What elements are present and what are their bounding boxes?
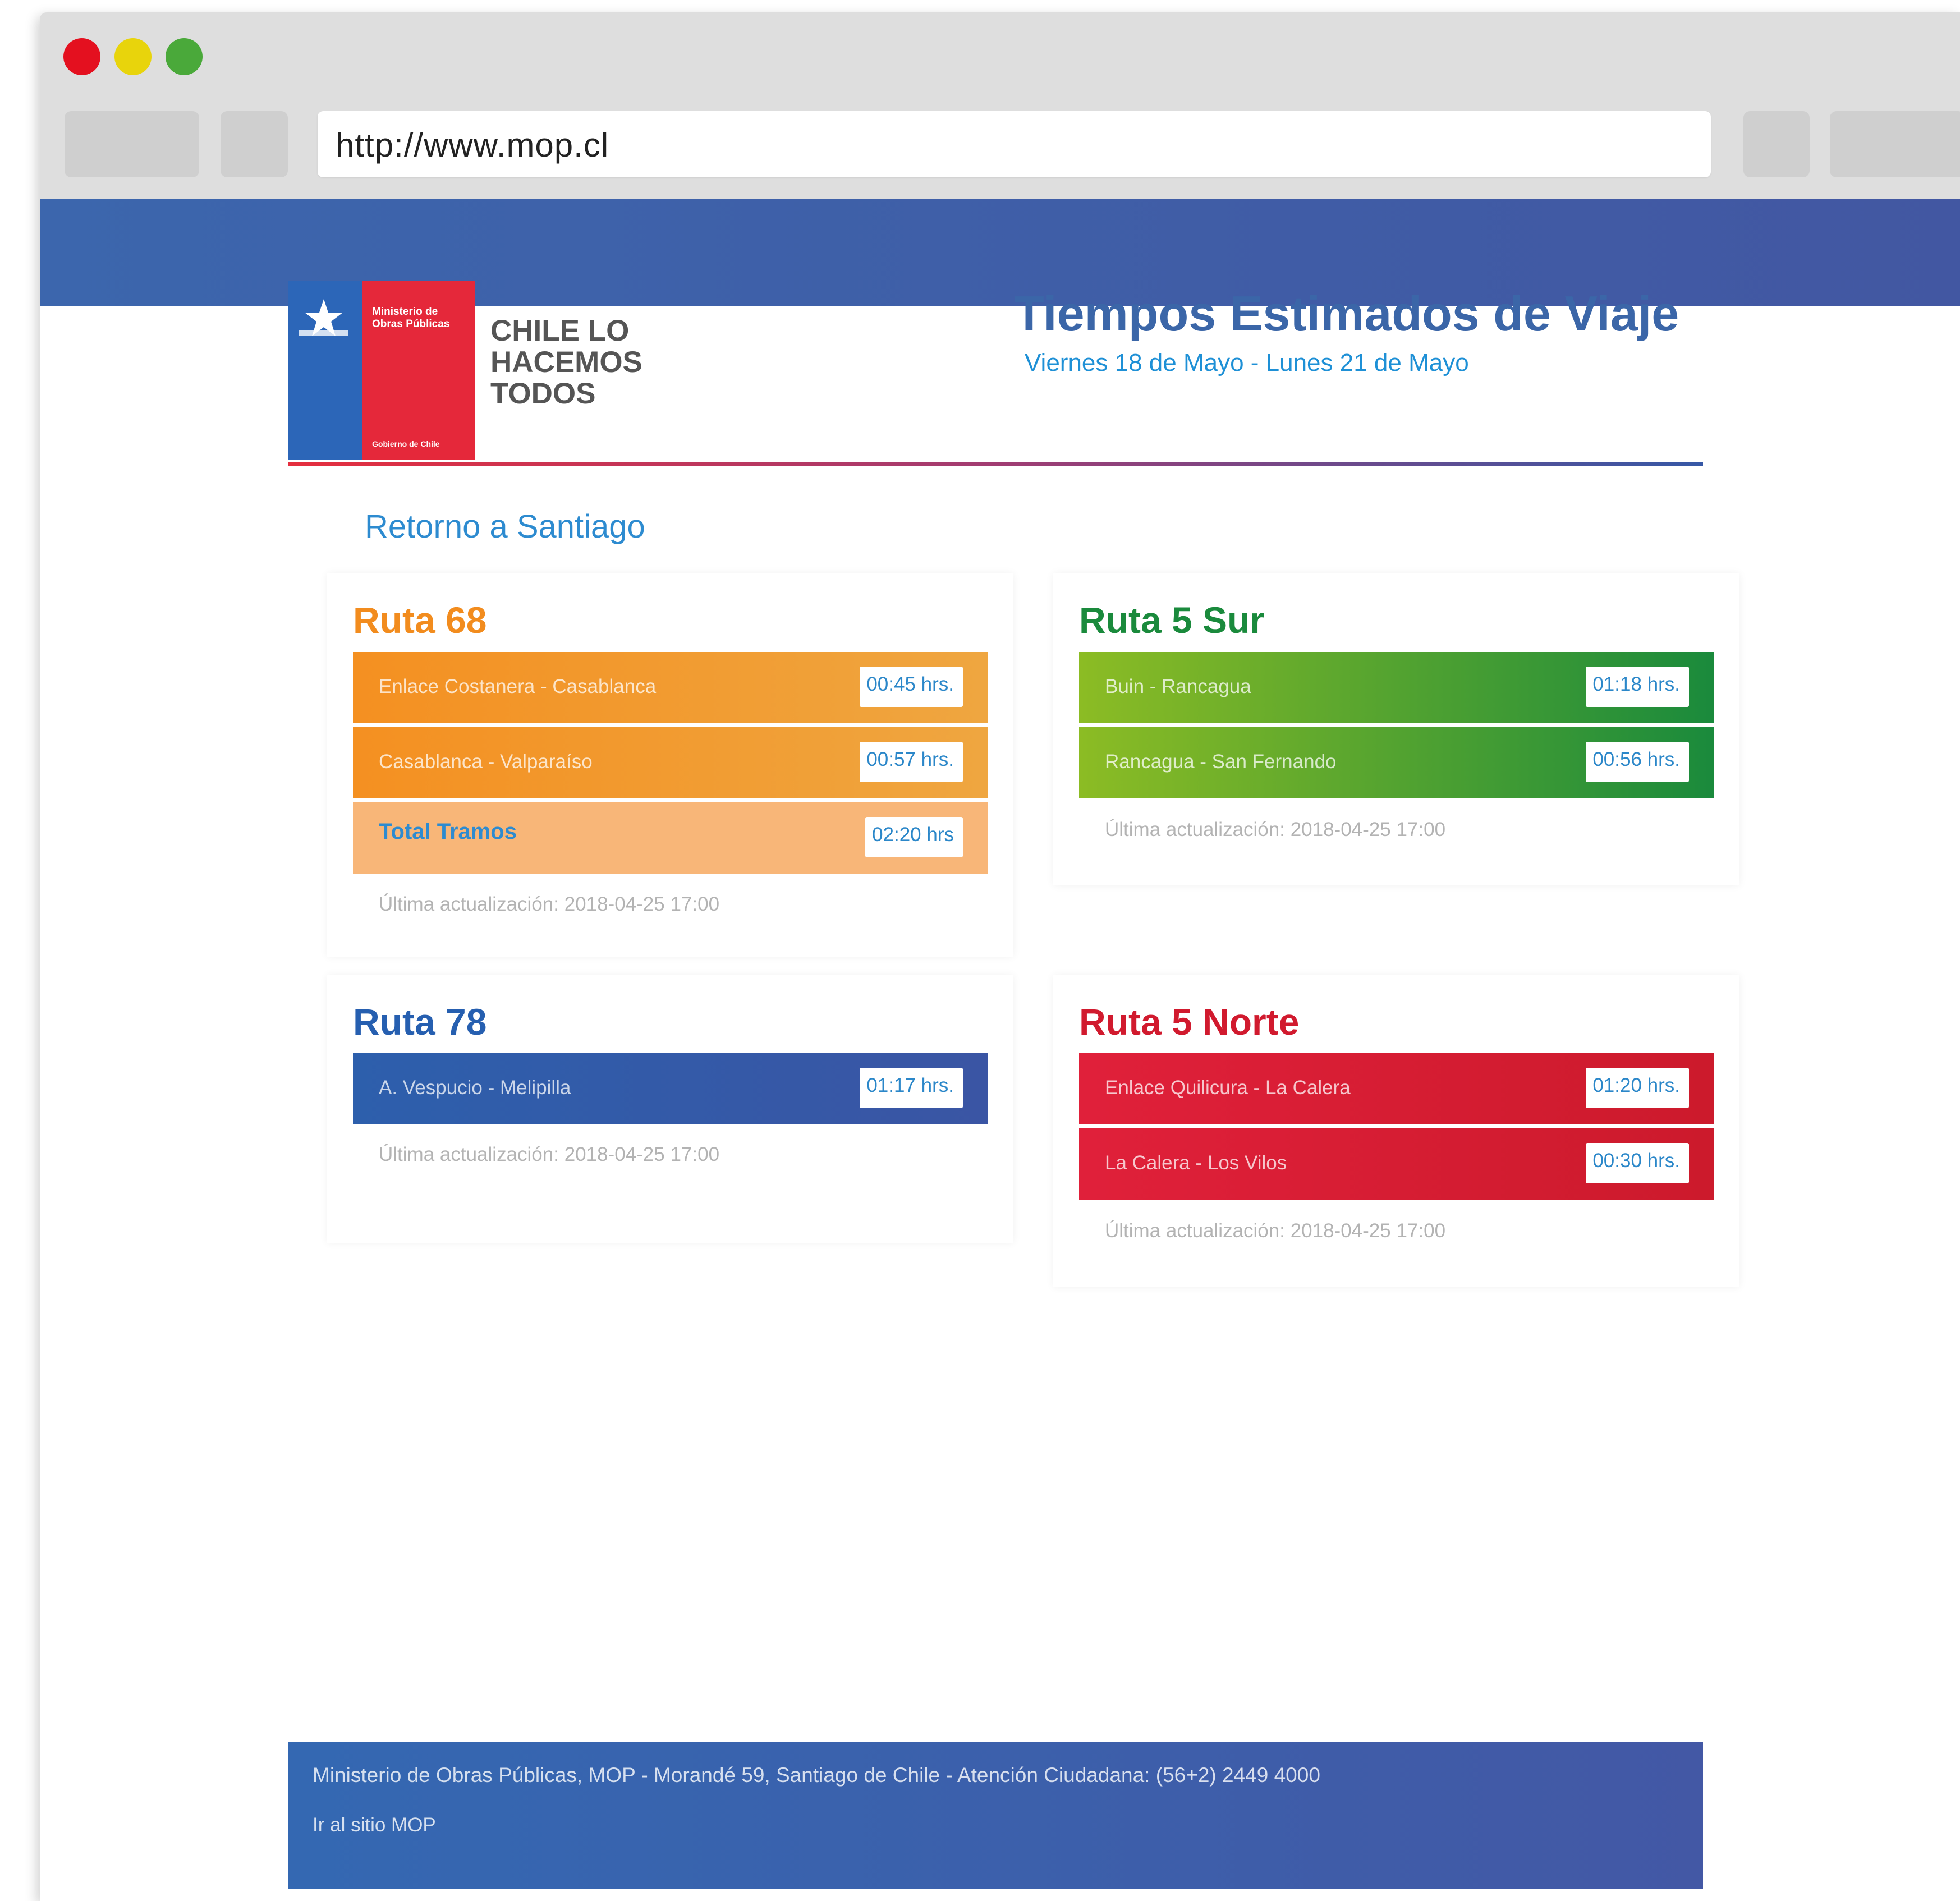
last-updated: Última actualización: 2018-04-25 17:00 bbox=[379, 1144, 720, 1165]
minimize-window-button[interactable] bbox=[114, 38, 152, 75]
maximize-window-button[interactable] bbox=[166, 38, 203, 75]
last-updated: Última actualización: 2018-04-25 17:00 bbox=[1105, 1220, 1446, 1242]
url-text: http://www.mop.cl bbox=[336, 126, 609, 164]
segment-time: 01:17 hrs. bbox=[860, 1068, 963, 1108]
date-range: Viernes 18 de Mayo - Lunes 21 de Mayo bbox=[1025, 349, 1469, 376]
route-card-ruta-78: Ruta 78 A. Vespucio - Melipilla 01:17 hr… bbox=[327, 975, 1013, 1243]
segment-time: 00:56 hrs. bbox=[1586, 742, 1689, 782]
segment-row: La Calera - Los Vilos 00:30 hrs. bbox=[1079, 1128, 1714, 1200]
segment-label: Casablanca - Valparaíso bbox=[379, 751, 593, 773]
segment-label: A. Vespucio - Melipilla bbox=[379, 1077, 571, 1099]
segment-label: Enlace Quilicura - La Calera bbox=[1105, 1077, 1351, 1099]
address-bar[interactable]: http://www.mop.cl bbox=[318, 111, 1711, 177]
segment-time: 00:57 hrs. bbox=[860, 742, 963, 782]
segment-time: 01:18 hrs. bbox=[1586, 667, 1689, 707]
browser-toolbar: http://www.mop.cl bbox=[40, 12, 1960, 199]
slogan: CHILE LO HACEMOS TODOS bbox=[490, 314, 642, 410]
route-title: Ruta 68 bbox=[353, 599, 487, 641]
page-title: Tiempos Estimados de Viaje bbox=[1014, 286, 1679, 341]
segment-label: Rancagua - San Fernando bbox=[1105, 751, 1337, 773]
segment-label: Enlace Costanera - Casablanca bbox=[379, 676, 657, 697]
close-window-button[interactable] bbox=[63, 38, 100, 75]
route-title: Ruta 5 Sur bbox=[1079, 599, 1265, 641]
header-divider bbox=[288, 462, 1703, 466]
route-title: Ruta 78 bbox=[353, 1001, 487, 1043]
segment-label: Buin - Rancagua bbox=[1105, 676, 1251, 697]
total-label: Total Tramos bbox=[379, 819, 517, 844]
segment-row: Rancagua - San Fernando 00:56 hrs. bbox=[1079, 727, 1714, 798]
route-card-ruta-5-sur: Ruta 5 Sur Buin - Rancagua 01:18 hrs. Ra… bbox=[1053, 573, 1739, 885]
logo-gobierno-text: Gobierno de Chile bbox=[372, 439, 440, 448]
segment-time: 00:30 hrs. bbox=[1586, 1143, 1689, 1183]
footer-link-mop[interactable]: Ir al sitio MOP bbox=[313, 1814, 436, 1836]
segment-label: La Calera - Los Vilos bbox=[1105, 1152, 1287, 1174]
segment-row: Enlace Quilicura - La Calera 01:20 hrs. bbox=[1079, 1053, 1714, 1124]
site-footer: Ministerio de Obras Públicas, MOP - Mora… bbox=[288, 1742, 1703, 1889]
route-card-ruta-68: Ruta 68 Enlace Costanera - Casablanca 00… bbox=[327, 573, 1013, 957]
total-time: 02:20 hrs bbox=[865, 817, 963, 857]
coat-of-arms-icon bbox=[297, 297, 351, 337]
segment-row: A. Vespucio - Melipilla 01:17 hrs. bbox=[353, 1053, 988, 1124]
back-button[interactable] bbox=[65, 111, 199, 177]
route-card-ruta-5-norte: Ruta 5 Norte Enlace Quilicura - La Caler… bbox=[1053, 975, 1739, 1287]
footer-info: Ministerio de Obras Públicas, MOP - Mora… bbox=[313, 1764, 1320, 1787]
section-title: Retorno a Santiago bbox=[365, 508, 645, 545]
last-updated: Última actualización: 2018-04-25 17:00 bbox=[379, 893, 720, 915]
segment-row: Enlace Costanera - Casablanca 00:45 hrs. bbox=[353, 652, 988, 723]
last-updated: Última actualización: 2018-04-25 17:00 bbox=[1105, 819, 1446, 841]
total-row: Total Tramos 02:20 hrs bbox=[353, 802, 988, 874]
tabs-button[interactable] bbox=[1830, 111, 1960, 177]
segment-time: 01:20 hrs. bbox=[1586, 1068, 1689, 1108]
forward-button[interactable] bbox=[221, 111, 288, 177]
logo-ministry-text: Ministerio de Obras Públicas bbox=[372, 306, 450, 330]
mop-logo[interactable]: Ministerio de Obras Públicas Gobierno de… bbox=[288, 281, 475, 460]
route-title: Ruta 5 Norte bbox=[1079, 1001, 1300, 1043]
share-button[interactable] bbox=[1743, 111, 1810, 177]
segment-time: 00:45 hrs. bbox=[860, 667, 963, 707]
segment-row: Buin - Rancagua 01:18 hrs. bbox=[1079, 652, 1714, 723]
segment-row: Casablanca - Valparaíso 00:57 hrs. bbox=[353, 727, 988, 798]
